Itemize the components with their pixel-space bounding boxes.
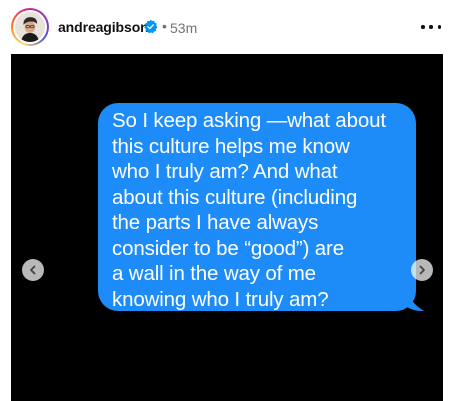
chevron-left-icon [30, 265, 36, 275]
avatar[interactable] [11, 8, 49, 46]
more-options-icon [421, 25, 425, 29]
carousel-previous-button[interactable] [22, 259, 44, 281]
post-header: andreagibson • 53m [0, 0, 450, 54]
meta-separator: • [162, 18, 167, 34]
message-text: So I keep asking —what about this cultur… [112, 109, 386, 311]
chevron-right-icon [419, 265, 425, 275]
message-bubble: So I keep asking —what about this cultur… [98, 103, 416, 311]
verified-badge-icon [144, 19, 158, 34]
carousel-next-button[interactable] [411, 259, 433, 281]
username-link[interactable]: andreagibson [58, 19, 149, 35]
more-options-button[interactable] [421, 22, 441, 32]
avatar-illustration [15, 12, 45, 42]
avatar-border [13, 10, 47, 44]
post-timestamp[interactable]: 53m [170, 20, 197, 36]
avatar-photo [15, 12, 45, 42]
